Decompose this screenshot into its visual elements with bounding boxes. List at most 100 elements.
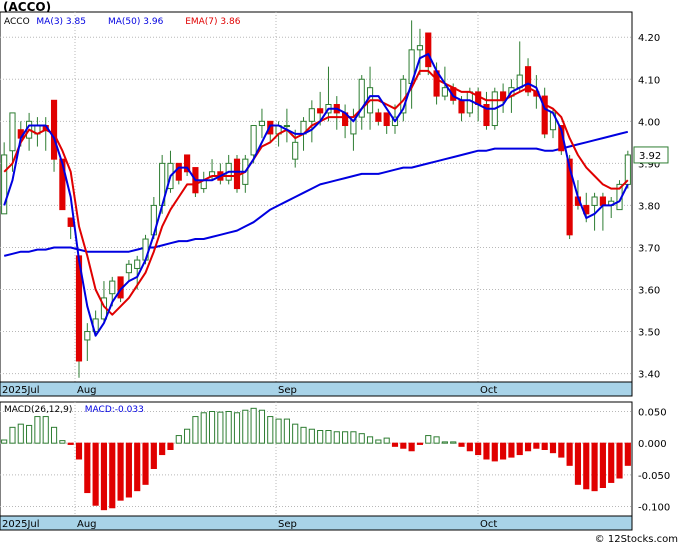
price-legend: ACCO MA(3) 3.85 MA(50) 3.96 EMA(7) 3.86 [4,17,241,27]
candle-body-down [175,162,182,181]
y-tick-label: -0.100 [638,503,670,514]
candle-body-down [375,112,382,122]
legend-entry: EMA(7) 3.86 [185,17,241,27]
candle-body-up [134,259,141,269]
candle-body-down [67,217,74,227]
macd-bar-positive [208,411,216,444]
x-tick-label: Sep [278,519,297,530]
macd-bar-positive [175,435,182,444]
macd-bar-positive [267,416,274,444]
candle-body-up [84,331,91,341]
candle-body-down [425,32,432,68]
candle [192,167,199,197]
candle-body-up [416,45,424,51]
legend-entry: MA(3) 3.85 [36,17,86,27]
y-tick-label: 3.50 [638,328,660,339]
legend-entry: MACD:-0.033 [85,405,144,415]
macd-bar-positive [275,418,282,444]
macd-bar-positive [325,430,332,444]
macd-bar-positive [26,424,33,444]
macd-bar-positive [433,436,440,444]
macd-bar-positive [350,431,357,444]
macd-bar-positive [192,416,199,444]
y-tick-label: -0.050 [638,471,670,482]
macd-bar-positive [283,418,290,444]
candle-body-up [9,112,16,152]
macd-bar-positive [17,423,24,444]
macd-bar-negative [466,442,473,452]
macd-bar-negative [583,442,590,490]
macd-bar-negative [624,442,631,466]
y-tick-label: 3.80 [638,201,660,212]
y-tick-label: 4.00 [638,117,660,128]
y-tick-label: 0.050 [638,408,667,419]
macd-bar-negative [134,442,141,492]
macd-bar-positive [34,416,41,444]
y-tick-label: 4.10 [638,75,660,86]
macd-bar-negative [100,442,108,511]
candle-body-up [308,108,315,122]
candle-body-down [50,99,58,160]
candle-body-down [383,112,390,127]
macd-bar-negative [616,442,623,479]
macd-bar-negative [408,442,415,452]
macd-bar-negative [159,442,166,456]
macd-bar-negative [92,442,99,506]
x-tick-label: 2025Jul [2,519,40,530]
candle-body-down [233,158,241,190]
macd-bar-positive [333,431,340,444]
legend-entry: MACD(26,12,9) [4,405,72,415]
macd-bar-negative [67,442,74,445]
macd-bar-negative [142,442,149,485]
macd-bar-negative [533,442,540,449]
candle-body-up [591,196,598,206]
macd-bar-positive [59,440,66,444]
x-tick-label: Aug [77,519,97,530]
x-tick-label: Sep [278,385,297,396]
y-tick-label: 0.000 [638,439,667,450]
y-tick-label: 3.70 [638,243,660,254]
macd-bar-negative [491,442,498,462]
macd-bar-positive [42,416,49,444]
macd-bar-negative [541,442,548,450]
macd-bar-negative [109,442,116,509]
last-price-label: 3.92 [639,151,661,162]
macd-bar-positive [300,426,307,444]
legend-entry: MA(50) 3.96 [108,17,164,27]
macd-bar-negative [117,442,124,501]
macd-bar-negative [599,442,606,488]
macd-bar-positive [366,436,374,444]
candle-body-up [292,141,299,160]
x-tick-label: Aug [77,385,97,396]
macd-bar-negative [458,442,465,447]
candle-body-up [283,125,290,128]
macd-bar-negative [483,442,490,460]
macd-bar-positive [317,430,324,444]
macd-bar-positive [375,439,382,444]
candle-body-up [441,87,448,97]
macd-bar-positive [450,441,457,444]
macd-bar-positive [1,439,8,444]
candle-body-up [258,120,266,127]
candle-body-up [624,154,631,185]
macd-bar-positive [233,412,241,444]
y-tick-label: 3.40 [638,370,660,381]
macd-bar-positive [441,441,448,444]
macd-bar-negative [524,442,532,452]
macd-bar-positive [358,433,365,444]
macd-bar-negative [400,442,407,449]
y-tick-label: 3.60 [638,286,660,297]
candle-body-down [599,196,606,206]
macd-bar-positive [184,428,191,444]
x-tick-label: 2025Jul [2,385,40,396]
macd-bar-positive [342,431,349,444]
macd-bar-negative [591,442,598,492]
macd-bar-positive [308,428,315,444]
macd-bar-negative [475,442,482,456]
candle [616,180,623,211]
macd-bar-negative [558,442,565,458]
macd-bar-negative [574,442,582,485]
macd-bar-positive [383,437,390,444]
price-chart: 4.204.104.003.903.803.703.603.503.403.92… [0,11,678,545]
candle-body-up [466,91,473,114]
